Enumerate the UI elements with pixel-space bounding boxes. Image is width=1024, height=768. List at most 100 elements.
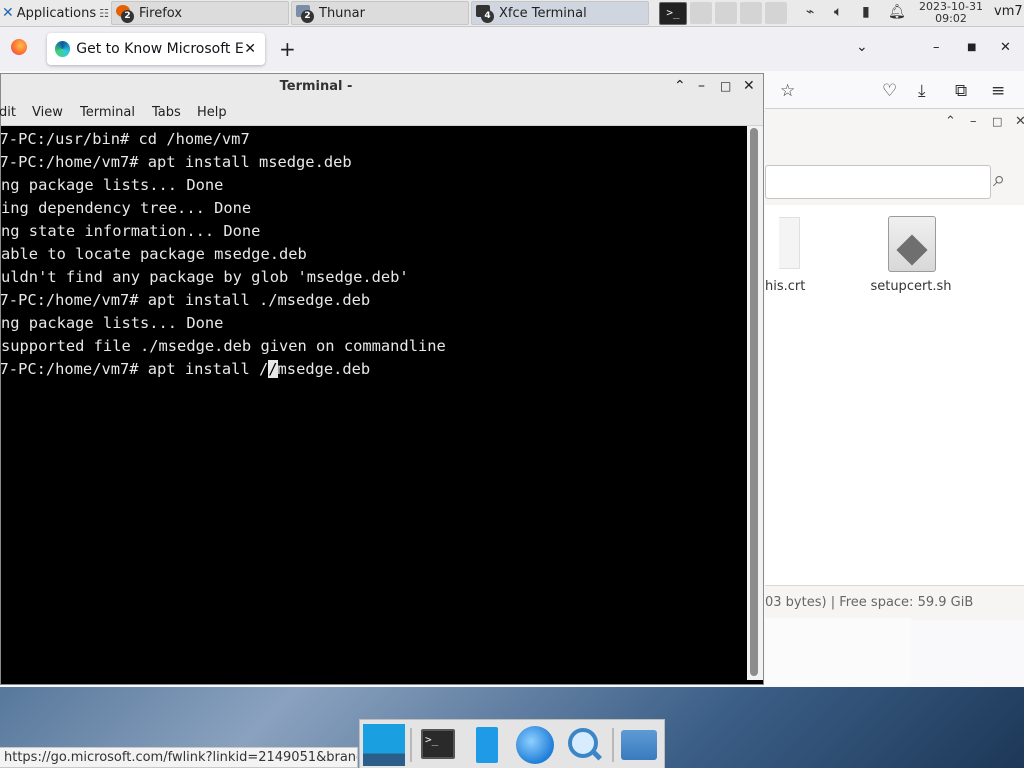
minimize-button[interactable]: –: [698, 78, 705, 94]
location-bar[interactable]: [765, 165, 991, 199]
workspace-switcher[interactable]: [690, 2, 794, 24]
tab-close-icon[interactable]: ✕: [244, 41, 256, 57]
notification-bell-icon[interactable]: 🔔︎: [888, 4, 906, 22]
dock-separator: [612, 728, 614, 762]
volume-icon[interactable]: 🔈︎: [834, 4, 842, 22]
task-badge: 4: [481, 10, 494, 23]
maximize-button[interactable]: □: [720, 79, 731, 93]
close-button[interactable]: ✕: [743, 78, 755, 94]
edge-icon: [55, 41, 71, 57]
file-manager-icon[interactable]: [466, 724, 508, 766]
terminal-line: supported file ./msedge.deb given on com…: [1, 337, 446, 355]
menu-hamburger-icon[interactable]: ≡: [991, 81, 1005, 101]
chevron-down-icon[interactable]: ⌄: [856, 39, 868, 55]
user-menu[interactable]: vm7: [994, 4, 1023, 19]
taskbar-firefox[interactable]: 2 Firefox: [111, 1, 289, 25]
text-cursor: /: [268, 360, 278, 378]
clock-time: 09:02: [935, 12, 967, 25]
folder-icon: 2: [296, 5, 314, 23]
chevron-up-icon[interactable]: ⌃: [674, 78, 686, 94]
close-button[interactable]: ✕: [1000, 40, 1011, 55]
workspace-2[interactable]: [715, 2, 737, 24]
maximize-button[interactable]: □: [992, 115, 1002, 128]
workspace-4[interactable]: [765, 2, 787, 24]
task-badge: 2: [121, 10, 134, 23]
file-icon[interactable]: [779, 217, 800, 269]
terminal-line: ing dependency tree... Done: [1, 199, 252, 217]
tab-title: Get to Know Microsoft Ed: [76, 41, 245, 57]
terminal-line: VM7-PC:/home/vm7# apt install ./msedge.d…: [1, 291, 371, 309]
firefox-tabbar: Get to Know Microsoft Ed ✕ + ⌄ – ■ ✕: [0, 27, 1024, 71]
terminal-prompt-line: VM7-PC:/home/vm7# apt install //msedge.d…: [1, 358, 370, 381]
clock[interactable]: 2023-10-31 09:02: [914, 1, 988, 25]
app-finder-icon[interactable]: [562, 724, 604, 766]
applications-menu[interactable]: ✕ Applications ☷: [2, 3, 109, 23]
menu-view[interactable]: View: [32, 105, 80, 120]
taskbar-terminal[interactable]: 4 Xfce Terminal: [471, 1, 649, 25]
close-button[interactable]: ✕: [1015, 114, 1024, 129]
terminal-titlebar[interactable]: Terminal - ⌃ – □ ✕: [1, 74, 763, 100]
maximize-button[interactable]: ■: [967, 42, 976, 53]
minimize-button[interactable]: –: [970, 114, 977, 129]
terminal-output[interactable]: VM7-PC:/usr/bin# cd /home/vm7 VM7-PC:/ho…: [1, 126, 747, 680]
taskbar-terminal-label: Xfce Terminal: [499, 5, 587, 21]
terminal-scrollbar[interactable]: [747, 126, 763, 680]
thunar-window: ⌃ – □ ✕ ⌕ his.crt setupcert.sh 03 bytes)…: [765, 108, 1024, 620]
chevron-up-icon[interactable]: ⌃: [945, 114, 956, 129]
terminal-line: VM7-PC:/home/vm7# apt install msedge.deb: [1, 153, 352, 171]
taskbar-thunar-label: Thunar: [319, 5, 365, 21]
terminal-icon[interactable]: >_: [418, 724, 460, 766]
menu-terminal[interactable]: Terminal: [80, 105, 152, 120]
workspace-1[interactable]: [690, 2, 712, 24]
terminal-menubar: dit View Terminal Tabs Help: [0, 100, 763, 126]
terminal-line: ng package lists... Done: [1, 314, 224, 332]
workspace-3[interactable]: [740, 2, 762, 24]
diamond-glyph-icon: [896, 234, 928, 266]
top-panel: ✕ Applications ☷ 2 Firefox 2 Thunar 4 Xf…: [0, 0, 1024, 27]
terminal-line: uldn't find any package by glob 'msedge.…: [1, 268, 409, 286]
terminal-window: Terminal - ⌃ – □ ✕ dit View Terminal Tab…: [0, 73, 764, 685]
menu-help[interactable]: Help: [197, 105, 227, 120]
taskbar-thunar[interactable]: 2 Thunar: [291, 1, 469, 25]
terminal-line: able to locate package msedge.deb: [1, 245, 307, 263]
firefox-icon: 2: [116, 5, 134, 23]
applications-menu-glyph: ☷: [99, 6, 110, 20]
terminal-line: ng package lists... Done: [1, 176, 224, 194]
taskbar-firefox-label: Firefox: [139, 5, 183, 21]
status-bar: 03 bytes) | Free space: 59.9 GiB: [765, 585, 1024, 620]
battery-icon[interactable]: ▮: [862, 4, 870, 22]
link-status-url: https://go.microsoft.com/fwlink?linkid=2…: [0, 747, 358, 768]
network-icon[interactable]: ⌁: [806, 4, 814, 22]
minimize-button[interactable]: –: [933, 40, 940, 55]
firefox-tab-active[interactable]: Get to Know Microsoft Ed ✕: [47, 33, 265, 65]
terminal-icon: 4: [476, 5, 494, 23]
task-badge: 2: [301, 10, 314, 23]
firefox-icon[interactable]: [11, 39, 27, 55]
script-file-icon[interactable]: [888, 216, 936, 272]
search-icon[interactable]: ⌕: [993, 167, 1005, 192]
terminal-line: VM7-PC:/usr/bin# cd /home/vm7: [1, 130, 250, 148]
firefox-content-area: [765, 618, 911, 686]
terminal-launcher-icon[interactable]: >_: [659, 2, 687, 25]
terminal-line: ng state information... Done: [1, 222, 261, 240]
download-icon[interactable]: ⤓: [918, 81, 926, 101]
file-name[interactable]: his.crt: [765, 279, 805, 294]
window-title: Terminal -: [279, 79, 353, 94]
new-tab-button[interactable]: +: [279, 37, 296, 61]
prompt-text: VM7-PC:/home/vm7# apt install /: [1, 360, 269, 378]
file-view: his.crt setupcert.sh: [765, 205, 1024, 585]
applications-label: Applications: [16, 5, 97, 21]
show-desktop-icon[interactable]: [363, 724, 405, 766]
xfce-mouse-icon: ✕: [2, 5, 14, 21]
prompt-text-after: msedge.deb: [277, 360, 371, 378]
web-browser-icon[interactable]: [514, 724, 556, 766]
menu-edit[interactable]: dit: [0, 105, 32, 120]
extensions-icon[interactable]: ⧉: [955, 81, 967, 101]
bookmark-star-icon[interactable]: ☆: [780, 81, 795, 101]
file-name[interactable]: setupcert.sh: [861, 279, 961, 294]
menu-tabs[interactable]: Tabs: [152, 105, 197, 120]
scrollbar-thumb[interactable]: [750, 128, 758, 676]
folder-icon[interactable]: [618, 724, 660, 766]
bottom-dock: >_: [359, 719, 665, 768]
pocket-icon[interactable]: ♡: [882, 81, 897, 101]
